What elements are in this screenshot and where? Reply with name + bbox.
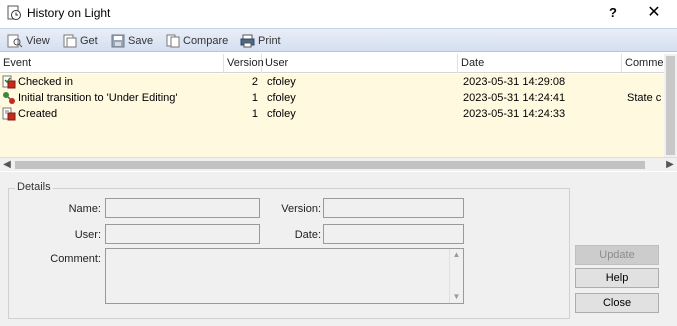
version-cell: 2	[251, 76, 258, 88]
date-label: Date:	[294, 229, 321, 241]
scroll-right-icon[interactable]: ▶	[663, 158, 677, 172]
version-cell: 1	[251, 108, 258, 120]
comment-scrollbar[interactable]: ▲ ▼	[449, 249, 463, 303]
comment-cell	[627, 106, 664, 122]
user-cell: cfoley	[267, 92, 296, 104]
table-row[interactable]: Initial transition to 'Under Editing' 1 …	[0, 90, 664, 106]
print-button[interactable]: Print	[240, 32, 281, 50]
printer-icon	[240, 34, 255, 48]
version-label: Version:	[281, 203, 321, 215]
get-label: Get	[80, 35, 98, 47]
comment-cell	[627, 74, 664, 90]
compare-label: Compare	[183, 35, 229, 47]
scroll-left-icon[interactable]: ◀	[0, 158, 14, 172]
update-button[interactable]: Update	[575, 245, 659, 265]
horizontal-scroll-thumb[interactable]	[15, 161, 645, 169]
help-button[interactable]: Help	[575, 268, 659, 288]
details-group: Details Name: Version: User: Date: Comme…	[8, 181, 570, 319]
grid-vertical-scrollbar[interactable]	[664, 54, 677, 157]
compare-button[interactable]: Compare	[166, 32, 228, 50]
save-button[interactable]: Save	[111, 32, 153, 50]
comment-cell: State c	[627, 92, 662, 104]
view-button[interactable]: View	[7, 32, 50, 50]
help-icon[interactable]: ?	[602, 3, 624, 23]
date-cell: 2023-05-31 14:24:41	[463, 92, 566, 104]
created-event-icon	[2, 107, 16, 121]
user-field[interactable]	[105, 224, 260, 244]
version-field[interactable]	[323, 198, 464, 218]
compare-icon	[166, 34, 180, 48]
close-button[interactable]: Close	[575, 293, 659, 313]
user-label: User:	[74, 229, 101, 241]
transition-event-icon	[2, 91, 16, 105]
event-cell: Checked in	[18, 76, 74, 88]
event-cell: Initial transition to 'Under Editing'	[18, 92, 178, 104]
title-bar: History on Light ? ✕	[0, 0, 677, 27]
save-icon	[111, 34, 125, 48]
column-header-user[interactable]: User	[262, 54, 458, 73]
scroll-down-icon[interactable]: ▼	[450, 291, 463, 303]
history-document-icon	[7, 5, 22, 21]
details-pane: Details Name: Version: User: Date: Comme…	[0, 172, 677, 326]
vertical-scroll-thumb[interactable]	[666, 56, 675, 155]
window-title: History on Light	[27, 6, 111, 20]
table-row[interactable]: Checked in 2 cfoley 2023-05-31 14:29:08	[0, 74, 664, 90]
empty-row-area	[0, 122, 664, 157]
user-cell: cfoley	[267, 76, 296, 88]
name-field[interactable]	[105, 198, 260, 218]
event-cell: Created	[18, 108, 58, 120]
date-cell: 2023-05-31 14:24:33	[463, 108, 566, 120]
view-label: View	[26, 35, 50, 47]
checked-in-event-icon	[2, 75, 16, 89]
table-row[interactable]: Created 1 cfoley 2023-05-31 14:24:33	[0, 106, 664, 122]
user-cell: cfoley	[267, 108, 296, 120]
scroll-up-icon[interactable]: ▲	[450, 249, 463, 261]
column-header-comment[interactable]: Comme	[622, 54, 664, 73]
history-grid[interactable]: Event Version User Date Comme Checked in…	[0, 54, 664, 157]
save-label: Save	[128, 35, 154, 47]
close-icon[interactable]: ✕	[642, 3, 666, 23]
comment-label: Comment:	[50, 253, 101, 265]
details-legend: Details	[15, 181, 53, 193]
grid-header: Event Version User Date Comme	[0, 54, 664, 73]
name-label: Name:	[68, 203, 101, 215]
comment-field[interactable]: ▲ ▼	[105, 248, 464, 304]
column-header-date[interactable]: Date	[458, 54, 622, 73]
print-label: Print	[258, 35, 281, 47]
view-icon	[7, 34, 23, 48]
date-field[interactable]	[323, 224, 464, 244]
toolbar: View Get Save Compare Print	[0, 28, 677, 52]
grid-horizontal-scrollbar[interactable]: ◀ ▶	[0, 157, 677, 171]
date-cell: 2023-05-31 14:29:08	[463, 76, 566, 88]
column-header-version[interactable]: Version	[224, 54, 264, 73]
version-cell: 1	[251, 92, 258, 104]
get-icon	[63, 34, 77, 48]
get-button[interactable]: Get	[63, 32, 98, 50]
column-header-event[interactable]: Event	[0, 54, 224, 73]
